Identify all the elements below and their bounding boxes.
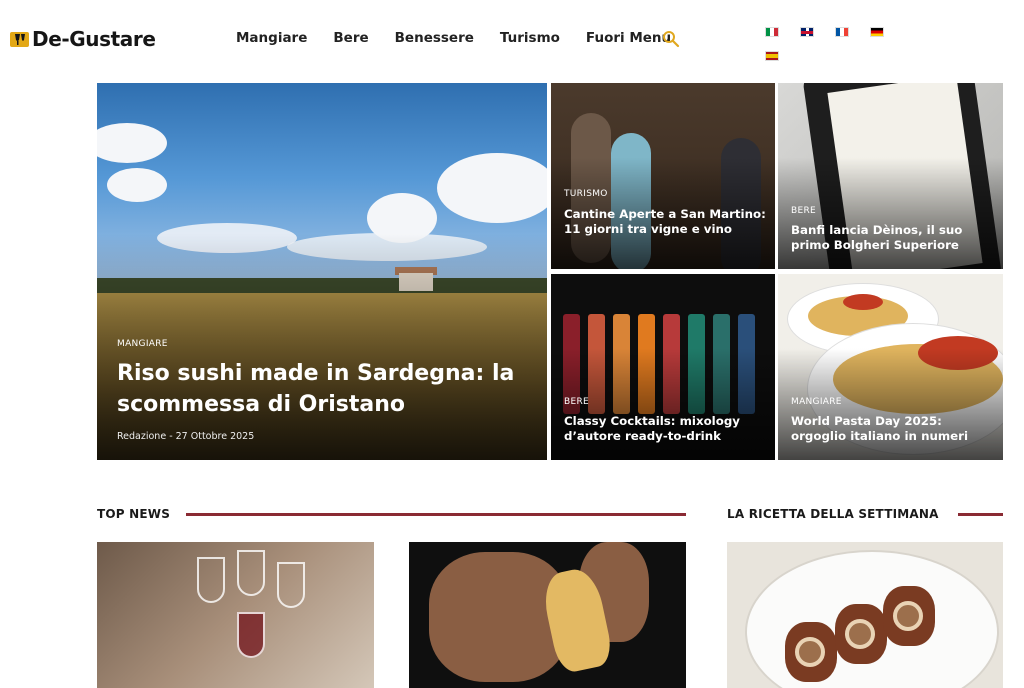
hero-category[interactable]: MANGIARE (117, 339, 168, 349)
card-title[interactable]: Banfi lancia Dèinos, il suo primo Bolghe… (791, 223, 996, 254)
flag-french-icon[interactable] (835, 27, 849, 37)
article-card-pasta[interactable]: MANGIARE World Pasta Day 2025: orgoglio … (778, 274, 1003, 460)
nav-item-fuori-menu[interactable]: Fuori Menu (586, 30, 671, 46)
nav-item-turismo[interactable]: Turismo (500, 30, 560, 46)
wine-glass-image (237, 612, 265, 658)
news-thumb-wine-toast[interactable] (97, 542, 374, 688)
wine-glass-image (237, 550, 265, 596)
wine-glass-logo-icon (10, 30, 29, 49)
image-overlay (551, 83, 775, 269)
section-title-recipe: LA RICETTA DELLA SETTIMANA (727, 507, 939, 521)
nav-item-bere[interactable]: Bere (333, 30, 368, 46)
hero-main-article[interactable]: MANGIARE Riso sushi made in Sardegna: la… (97, 83, 547, 460)
section-divider (958, 513, 1003, 516)
search-icon[interactable] (662, 30, 680, 48)
card-category[interactable]: BERE (564, 397, 589, 407)
wine-glass-image (277, 562, 305, 608)
site-logo[interactable]: De-Gustare (10, 26, 156, 52)
article-card-turismo[interactable]: TURISMO Cantine Aperte a San Martino: 11… (551, 83, 775, 269)
logo-text: De-Gustare (32, 27, 156, 51)
wine-glass-image (197, 557, 225, 603)
card-category[interactable]: MANGIARE (791, 397, 842, 407)
hero-meta: Redazione - 27 Ottobre 2025 (117, 431, 255, 442)
meat-roll-filling (893, 601, 923, 631)
article-card-cocktails[interactable]: BERE Classy Cocktails: mixology d’autore… (551, 274, 775, 460)
nav-item-benessere[interactable]: Benessere (395, 30, 474, 46)
card-category[interactable]: TURISMO (564, 189, 608, 199)
card-title[interactable]: Cantine Aperte a San Martino: 11 giorni … (564, 207, 769, 238)
section-title-top-news: TOP NEWS (97, 507, 171, 521)
recipe-thumb[interactable] (727, 542, 1003, 688)
flag-german-icon[interactable] (870, 27, 884, 37)
news-thumb-bread[interactable] (409, 542, 686, 688)
card-title[interactable]: World Pasta Day 2025: orgoglio italiano … (791, 414, 996, 445)
flag-italian-icon[interactable] (765, 27, 779, 37)
card-category[interactable]: BERE (791, 206, 816, 216)
article-card-deinos[interactable]: BERE Banfi lancia Dèinos, il suo primo B… (778, 83, 1003, 269)
meat-roll-filling (795, 637, 825, 667)
flag-spanish-icon[interactable] (765, 51, 779, 61)
flag-english-icon[interactable] (800, 27, 814, 37)
card-title[interactable]: Classy Cocktails: mixology d’autore read… (564, 414, 769, 445)
section-divider (186, 513, 686, 516)
main-nav: Mangiare Bere Benessere Turismo Fuori Me… (236, 30, 697, 46)
nav-item-mangiare[interactable]: Mangiare (236, 30, 307, 46)
meat-roll-filling (845, 619, 875, 649)
hero-title[interactable]: Riso sushi made in Sardegna: la scommess… (117, 359, 527, 421)
